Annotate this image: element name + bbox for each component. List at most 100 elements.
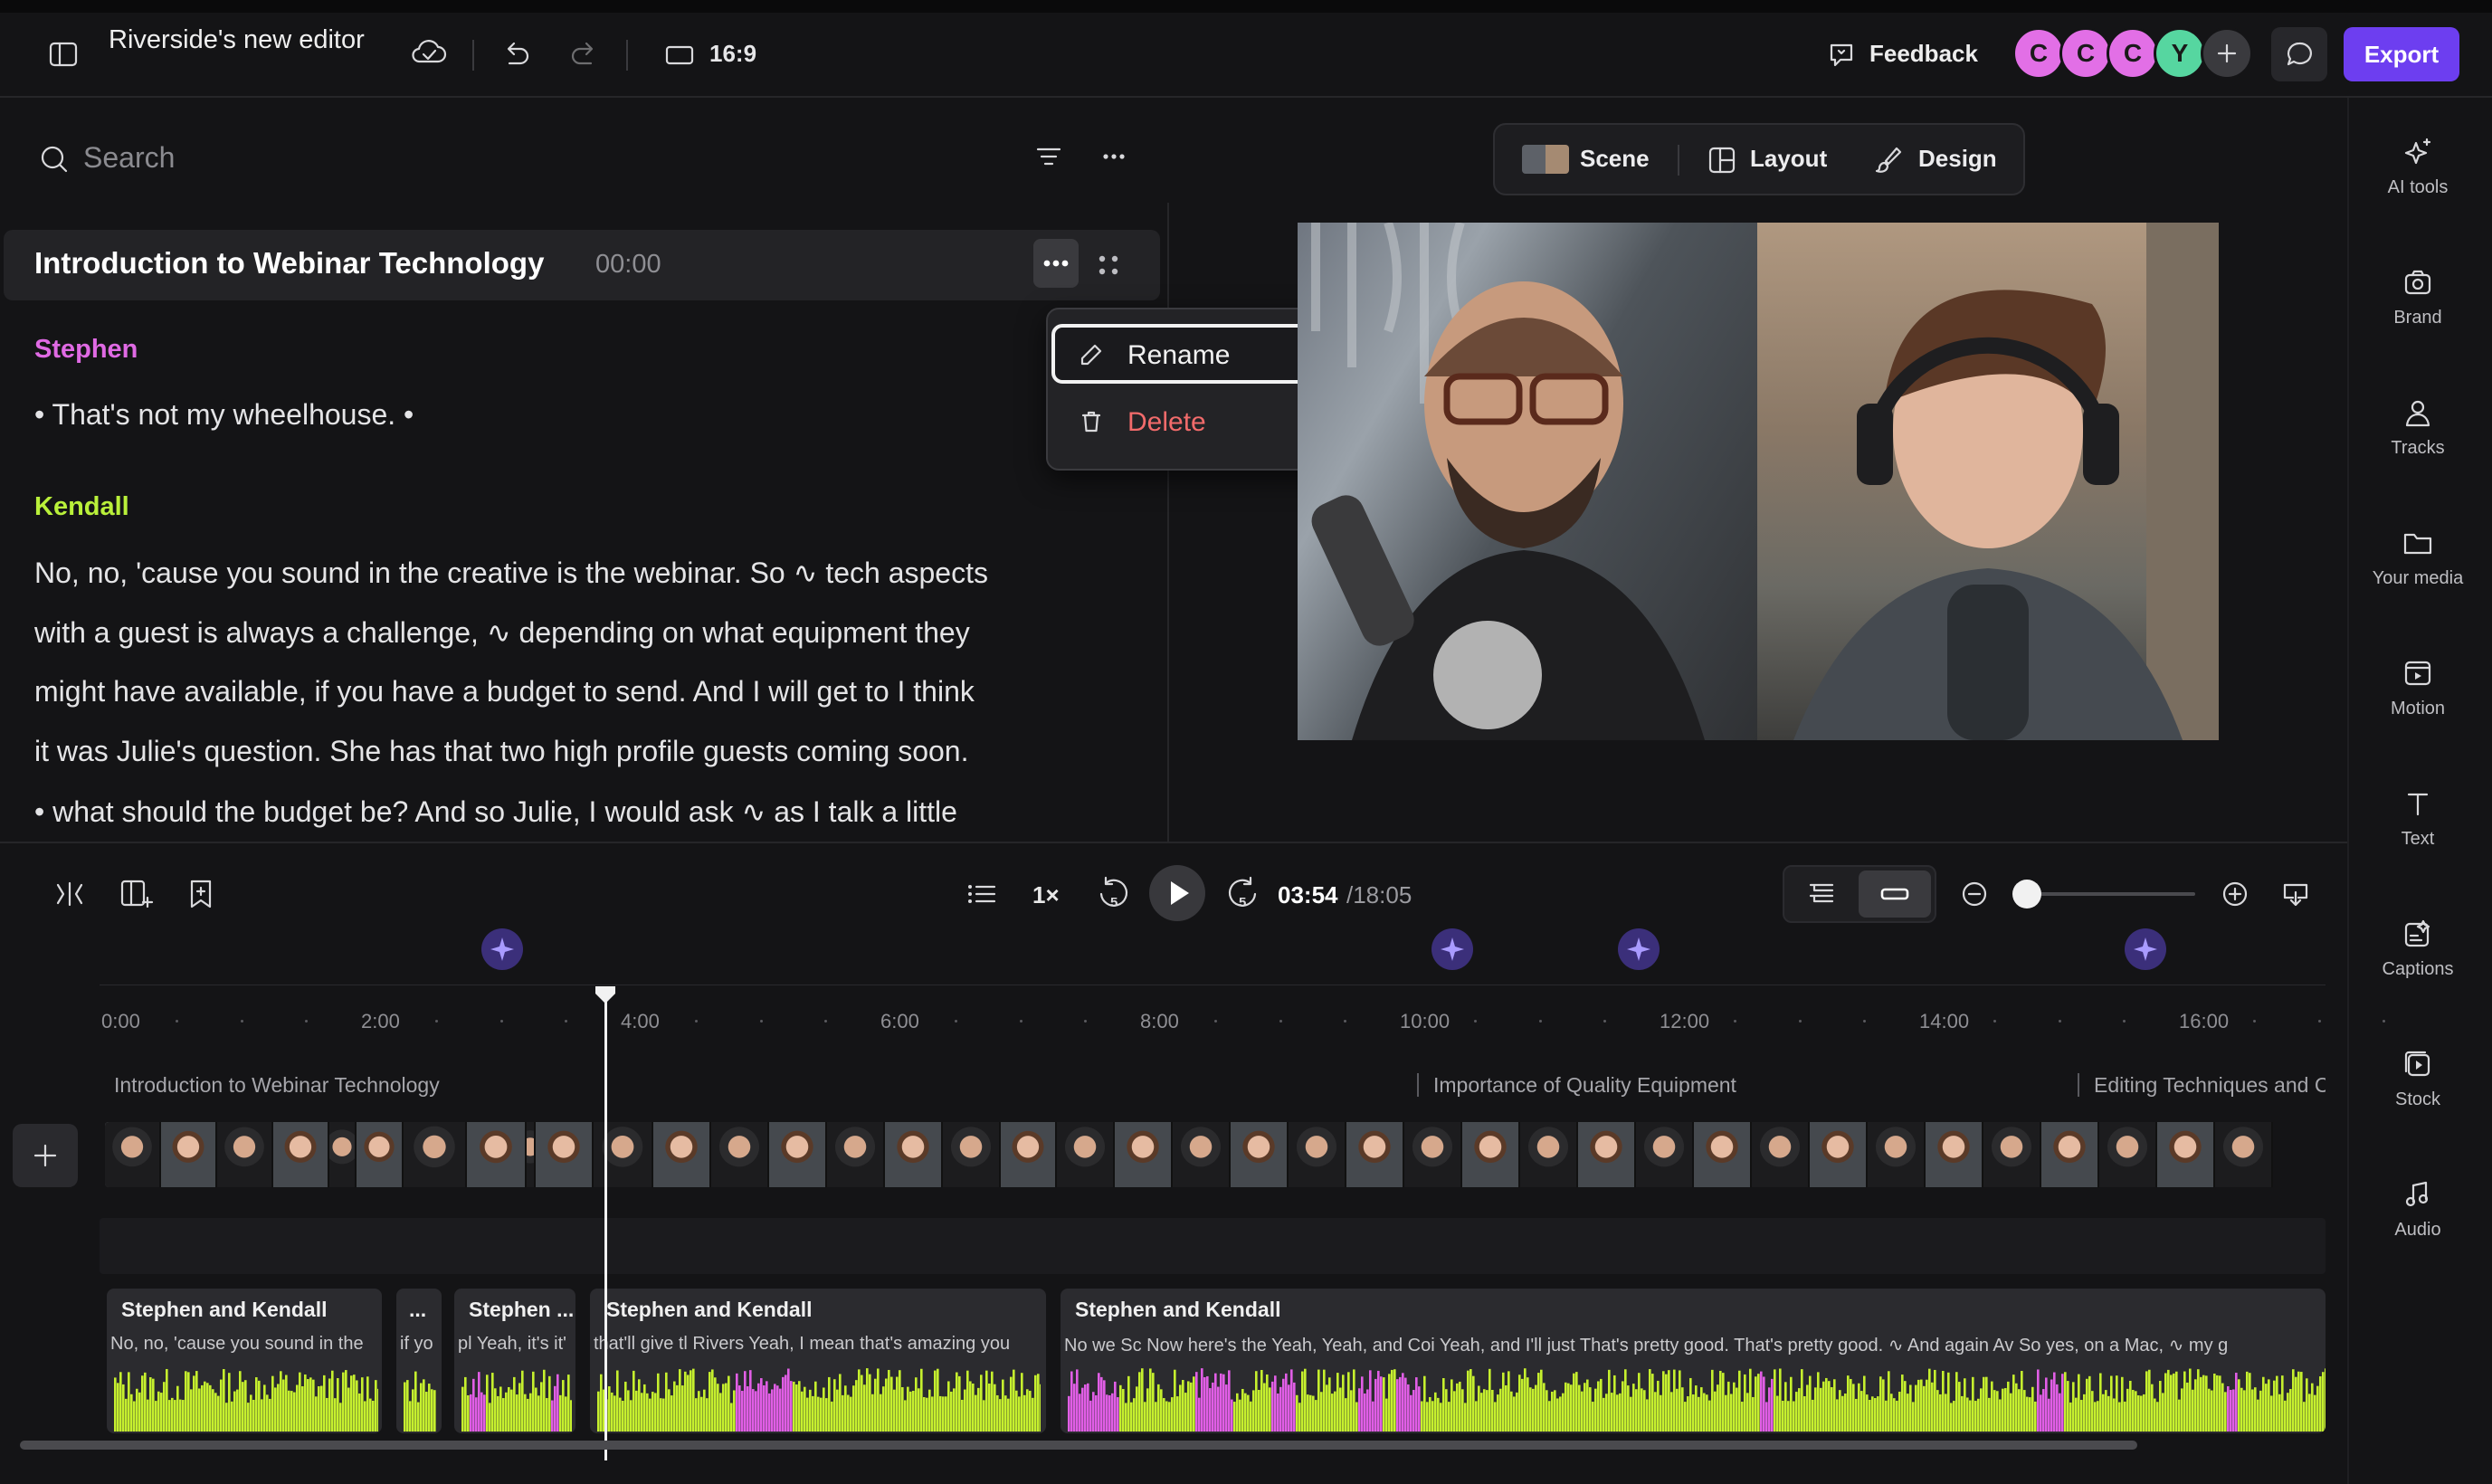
panel-divider[interactable]	[1167, 203, 1169, 842]
playhead[interactable]	[604, 992, 607, 1460]
redo-icon[interactable]	[567, 40, 600, 69]
undo-icon[interactable]	[500, 40, 533, 69]
transcript-line[interactable]: might have available, if you have a budg…	[34, 675, 975, 709]
waveform-bar	[1917, 1379, 1920, 1432]
chapter-label[interactable]: Editing Techniques and C	[2094, 1073, 2326, 1098]
waveform-bar	[2080, 1400, 2083, 1432]
ai-marker[interactable]	[2125, 928, 2166, 970]
feedback-button[interactable]: Feedback	[1869, 40, 1978, 68]
ai-marker[interactable]	[481, 928, 523, 970]
transcript-line[interactable]: • what should the budget be? And so Juli…	[34, 794, 957, 829]
text-icon[interactable]	[2402, 787, 2434, 820]
your-media-label[interactable]: Your media	[2354, 568, 2481, 589]
zoom-slider-track[interactable]	[2027, 892, 2195, 896]
transcript-line[interactable]: with a guest is always a challenge, ∿ de…	[34, 615, 970, 650]
chapter-label[interactable]: Importance of Quality Equipment	[1433, 1073, 1736, 1098]
forward-5-icon[interactable]: 5	[1223, 874, 1261, 914]
compact-view-button[interactable]	[1859, 870, 1931, 918]
video-preview[interactable]	[1298, 223, 2219, 740]
waveform-bar	[1687, 1396, 1689, 1432]
brand-label[interactable]: Brand	[2354, 308, 2481, 328]
folder-icon[interactable]	[2402, 527, 2434, 559]
audio-clip[interactable]: Stephen and Kendall No, no, 'cause you s…	[107, 1289, 382, 1433]
search-input[interactable]: Search	[83, 141, 175, 175]
waveform-bar	[1320, 1392, 1323, 1432]
playback-speed[interactable]: 1×	[1032, 881, 1060, 909]
sparkle-icon[interactable]	[2402, 136, 2434, 168]
section-title[interactable]: Introduction to Webinar Technology	[34, 246, 544, 281]
empty-track[interactable]	[100, 1218, 2326, 1274]
motion-icon[interactable]	[2402, 657, 2434, 690]
motion-label[interactable]: Motion	[2354, 699, 2481, 719]
transcript-line[interactable]: it was Julie's question. She has that tw…	[34, 735, 968, 768]
tracks-label[interactable]: Tracks	[2354, 438, 2481, 459]
avatar[interactable]: C	[2107, 27, 2159, 80]
waveform-bar	[665, 1372, 668, 1432]
aspect-ratio-icon[interactable]	[664, 43, 695, 67]
ruler-tick	[1213, 1020, 1217, 1023]
avatar[interactable]: C	[2059, 27, 2112, 80]
design-button[interactable]: Design	[1918, 145, 1997, 173]
audio-clip[interactable]: Stephen ... pl Yeah, it's it'	[454, 1289, 575, 1433]
avatar[interactable]: Y	[2154, 27, 2206, 80]
split-icon[interactable]	[54, 880, 85, 908]
tracks-icon[interactable]	[2402, 396, 2434, 429]
collapse-timeline-icon[interactable]	[2280, 880, 2311, 908]
add-layout-icon[interactable]	[119, 878, 154, 910]
stock-label[interactable]: Stock	[2354, 1089, 2481, 1110]
aspect-ratio-label[interactable]: 16:9	[709, 40, 756, 68]
transcript-line[interactable]: • That's not my wheelhouse. •	[34, 398, 414, 432]
audio-clip[interactable]: Stephen and Kendall that'll give tl Rive…	[590, 1289, 1046, 1433]
chapter-label[interactable]: Introduction to Webinar Technology	[114, 1073, 440, 1098]
captions-icon[interactable]	[2402, 918, 2434, 950]
horizontal-scrollbar[interactable]	[20, 1441, 2137, 1450]
waveform-bar	[1081, 1387, 1084, 1432]
sidebar-toggle-icon[interactable]	[47, 40, 80, 69]
ai-marker[interactable]	[1431, 928, 1473, 970]
text-label[interactable]: Text	[2354, 829, 2481, 850]
waveform-bar	[771, 1389, 774, 1432]
drag-handle-icon[interactable]	[1093, 250, 1124, 281]
add-track-button[interactable]	[13, 1124, 78, 1187]
audio-clip[interactable]: Stephen and Kendall No we Sc Now here's …	[1061, 1289, 2326, 1433]
waveform-bar	[1513, 1396, 1516, 1432]
zoom-slider-handle[interactable]	[2012, 880, 2041, 908]
ai-tools-label[interactable]: AI tools	[2354, 177, 2481, 198]
speaker-label-stephen[interactable]: Stephen	[34, 335, 138, 365]
video-track[interactable]	[105, 1122, 2326, 1187]
stacked-view-icon[interactable]	[1806, 878, 1837, 908]
feedback-icon[interactable]	[1826, 40, 1857, 71]
transcript-line[interactable]: No, no, 'cause you sound in the creative…	[34, 556, 988, 590]
section-more-button[interactable]	[1033, 239, 1079, 288]
list-icon[interactable]	[966, 880, 997, 908]
rewind-5-icon[interactable]: 5	[1095, 874, 1133, 914]
play-button[interactable]	[1149, 865, 1205, 921]
brand-icon[interactable]	[2402, 266, 2434, 299]
waveform-bar	[1015, 1390, 1018, 1432]
ai-marker[interactable]	[1618, 928, 1660, 970]
project-title[interactable]: Riverside's new editor	[109, 25, 365, 55]
avatar[interactable]: C	[2012, 27, 2065, 80]
filter-icon[interactable]	[1033, 143, 1064, 170]
comments-button[interactable]	[2271, 27, 2327, 81]
stock-icon[interactable]	[2402, 1048, 2434, 1080]
video-thumbnail	[105, 1122, 161, 1187]
audio-clip[interactable]: ... if yo	[396, 1289, 442, 1433]
captions-label[interactable]: Captions	[2354, 959, 2481, 980]
audio-label[interactable]: Audio	[2354, 1220, 2481, 1241]
delete-menu-item[interactable]: Delete	[1127, 407, 1206, 438]
more-options-icon[interactable]	[1099, 143, 1129, 170]
music-icon[interactable]	[2402, 1178, 2434, 1211]
zoom-in-icon[interactable]	[2221, 880, 2249, 908]
waveform-bar	[1345, 1398, 1347, 1432]
rename-label[interactable]: Rename	[1127, 340, 1230, 371]
add-collaborator-button[interactable]	[2201, 27, 2253, 80]
speaker-label-kendall[interactable]: Kendall	[34, 492, 129, 522]
layout-button[interactable]: Layout	[1750, 145, 1827, 173]
waveform-bar	[643, 1384, 646, 1432]
scene-button[interactable]: Scene	[1580, 145, 1650, 173]
waveform-bar	[149, 1377, 152, 1432]
zoom-out-icon[interactable]	[1960, 880, 1989, 908]
bookmark-icon[interactable]	[186, 878, 215, 910]
export-button[interactable]: Export	[2344, 27, 2459, 81]
